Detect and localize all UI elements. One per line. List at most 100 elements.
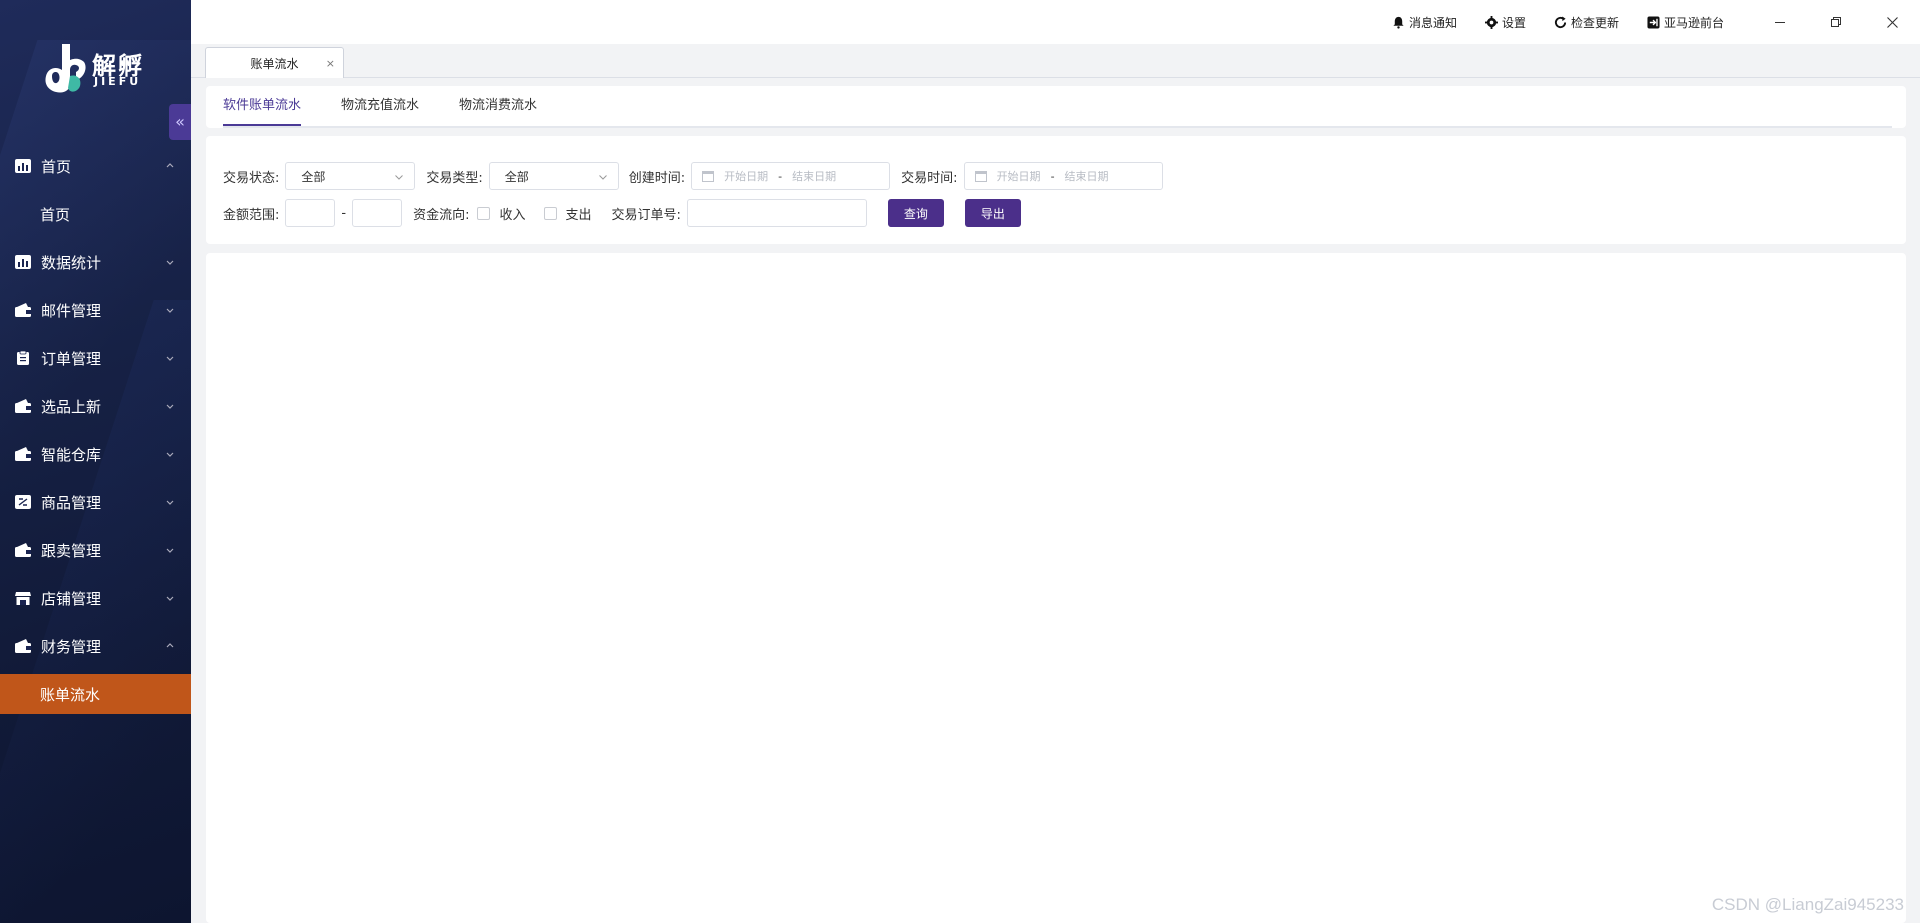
settings-button[interactable]: 设置: [1484, 14, 1526, 31]
login-icon: [1647, 15, 1660, 29]
status-select-value: 全部: [301, 169, 326, 184]
sidebar-item-label: 店铺管理: [41, 589, 102, 608]
page-tab-bill-flow[interactable]: 账单流水 ×: [205, 47, 344, 78]
store-icon: [15, 592, 31, 605]
wallet-icon: [15, 543, 31, 557]
chart-icon: [15, 255, 31, 269]
amount-min-input[interactable]: [285, 199, 336, 227]
settings-label: 设置: [1501, 15, 1526, 30]
clipboard-icon: [17, 351, 29, 365]
sidebar-subitem-home[interactable]: 首页: [0, 190, 191, 238]
restore-icon: [1831, 17, 1841, 27]
expense-label: 支出: [565, 207, 592, 223]
created-start-placeholder: 开始日期: [724, 170, 769, 183]
top-actions: 消息通知 设置 检查更新 亚马逊前台: [1392, 0, 1920, 44]
gear-icon: [1484, 15, 1498, 29]
created-time-range[interactable]: 开始日期 - 结束日期: [691, 162, 891, 190]
trade-start-placeholder: 开始日期: [996, 170, 1041, 183]
sidebar-item-data-stats[interactable]: 数据统计: [0, 238, 191, 286]
sidebar-subitem-bill-flow[interactable]: 账单流水: [0, 674, 191, 714]
sidebar-item-label: 财务管理: [41, 637, 102, 656]
type-label: 交易类型:: [426, 170, 483, 186]
sidebar-item-label: 首页: [41, 157, 72, 176]
chevron-up-icon: [166, 163, 174, 168]
status-label: 交易状态:: [223, 170, 280, 186]
created-time-label: 创建时间:: [628, 170, 686, 186]
tab-logistics-recharge-flow[interactable]: 物流充值流水: [341, 86, 419, 126]
sidebar-item-label: 选品上新: [41, 397, 102, 416]
sidebar-item-label: 商品管理: [41, 493, 102, 512]
filter-panel: 交易状态: 全部 交易类型: 全部 创建时间: 开始日期 - 结束日期 交易时间…: [206, 136, 1906, 244]
amount-max-input[interactable]: [352, 199, 403, 227]
amazon-frontend-button[interactable]: 亚马逊前台: [1647, 14, 1724, 31]
fund-flow-label: 资金流向:: [413, 207, 470, 223]
type-select[interactable]: 全部: [488, 162, 619, 190]
chevron-up-icon: [166, 643, 174, 648]
income-label: 收入: [499, 207, 526, 223]
filter-row-1: 交易状态: 全部 交易类型: 全部 创建时间: 开始日期 - 结束日期 交易时间…: [223, 162, 1163, 190]
sidebar-menu: 首页 首页 数据统计 邮件管理 订单管理 选品上新 智能仓库 商品管理 跟卖管理…: [0, 142, 191, 718]
sidebar-item-mail[interactable]: 邮件管理: [0, 286, 191, 334]
sidebar-item-store[interactable]: 店铺管理: [0, 574, 191, 622]
sidebar-item-product-selection[interactable]: 选品上新: [0, 382, 191, 430]
amount-range-label: 金额范围:: [223, 207, 280, 223]
tab-logistics-consume-flow[interactable]: 物流消费流水: [459, 86, 537, 126]
query-button[interactable]: 查询: [887, 199, 944, 227]
sidebar-item-finance[interactable]: 财务管理: [0, 622, 191, 670]
amount-range-separator: -: [341, 205, 347, 221]
wallet-icon: [15, 399, 31, 413]
page-tabs-bar: 账单流水 ×: [191, 44, 1920, 78]
close-tab-icon[interactable]: ×: [326, 57, 335, 70]
trade-end-placeholder: 结束日期: [1064, 170, 1109, 183]
subtabs: 软件账单流水 物流充值流水 物流消费流水: [223, 86, 577, 126]
check-update-button[interactable]: 检查更新: [1554, 14, 1619, 31]
chevron-down-icon: [166, 356, 174, 361]
trade-time-range[interactable]: 开始日期 - 结束日期: [963, 162, 1163, 190]
subtabs-panel: 软件账单流水 物流充值流水 物流消费流水: [206, 86, 1906, 128]
sidebar-item-label: 订单管理: [41, 349, 102, 368]
window-close-button[interactable]: [1864, 0, 1920, 44]
notifications-button[interactable]: 消息通知: [1392, 14, 1457, 31]
chevron-down-icon: [166, 548, 174, 553]
results-panel: [206, 253, 1906, 923]
sidebar-item-follow-sell[interactable]: 跟卖管理: [0, 526, 191, 574]
sidebar-item-label: 跟卖管理: [41, 541, 102, 560]
close-icon: [1886, 16, 1898, 28]
sidebar-subitem-label: 首页: [40, 205, 71, 224]
sidebar-collapse-button[interactable]: «: [169, 104, 191, 140]
expense-checkbox[interactable]: [543, 206, 557, 220]
window-restore-button[interactable]: [1808, 0, 1864, 44]
check-update-label: 检查更新: [1570, 15, 1619, 30]
sidebar-item-orders[interactable]: 订单管理: [0, 334, 191, 382]
sidebar: 解孵 JIEFU « 首页 首页 数据统计 邮件管理 订单管理 选品上新 智能仓…: [0, 0, 191, 923]
sidebar-item-label: 数据统计: [41, 253, 102, 272]
wallet-icon: [15, 303, 31, 317]
notifications-label: 消息通知: [1408, 15, 1457, 30]
logo-text-en: JIEFU: [94, 75, 142, 88]
chart-icon: [15, 159, 31, 173]
sidebar-item-home[interactable]: 首页: [0, 142, 191, 190]
goods-icon: [15, 495, 31, 509]
filter-row-2: 金额范围: - 资金流向: 收入 支出 交易订单号: 查询 导出: [223, 199, 1021, 227]
chevron-down-icon: [598, 175, 607, 180]
logo-mark-icon: [45, 44, 86, 93]
refresh-icon: [1554, 15, 1567, 28]
export-button[interactable]: 导出: [964, 199, 1021, 227]
order-no-input[interactable]: [686, 199, 867, 227]
subtabs-divider: [223, 126, 1892, 128]
wallet-icon: [15, 447, 31, 461]
income-checkbox[interactable]: [477, 206, 491, 220]
chevron-down-icon: [166, 596, 174, 601]
chevron-down-icon: [166, 500, 174, 505]
tab-software-bill-flow[interactable]: 软件账单流水: [223, 86, 302, 126]
sidebar-item-goods[interactable]: 商品管理: [0, 478, 191, 526]
top-bar: 消息通知 设置 检查更新 亚马逊前台: [191, 0, 1920, 44]
window-minimize-button[interactable]: [1752, 0, 1808, 44]
status-select[interactable]: 全部: [285, 162, 416, 190]
amazon-frontend-label: 亚马逊前台: [1663, 15, 1724, 30]
chevron-down-icon: [166, 260, 174, 265]
sidebar-item-warehouse[interactable]: 智能仓库: [0, 430, 191, 478]
chevron-down-icon: [166, 404, 174, 409]
double-chevron-left-icon: «: [175, 112, 185, 131]
minimize-icon: [1775, 22, 1785, 23]
